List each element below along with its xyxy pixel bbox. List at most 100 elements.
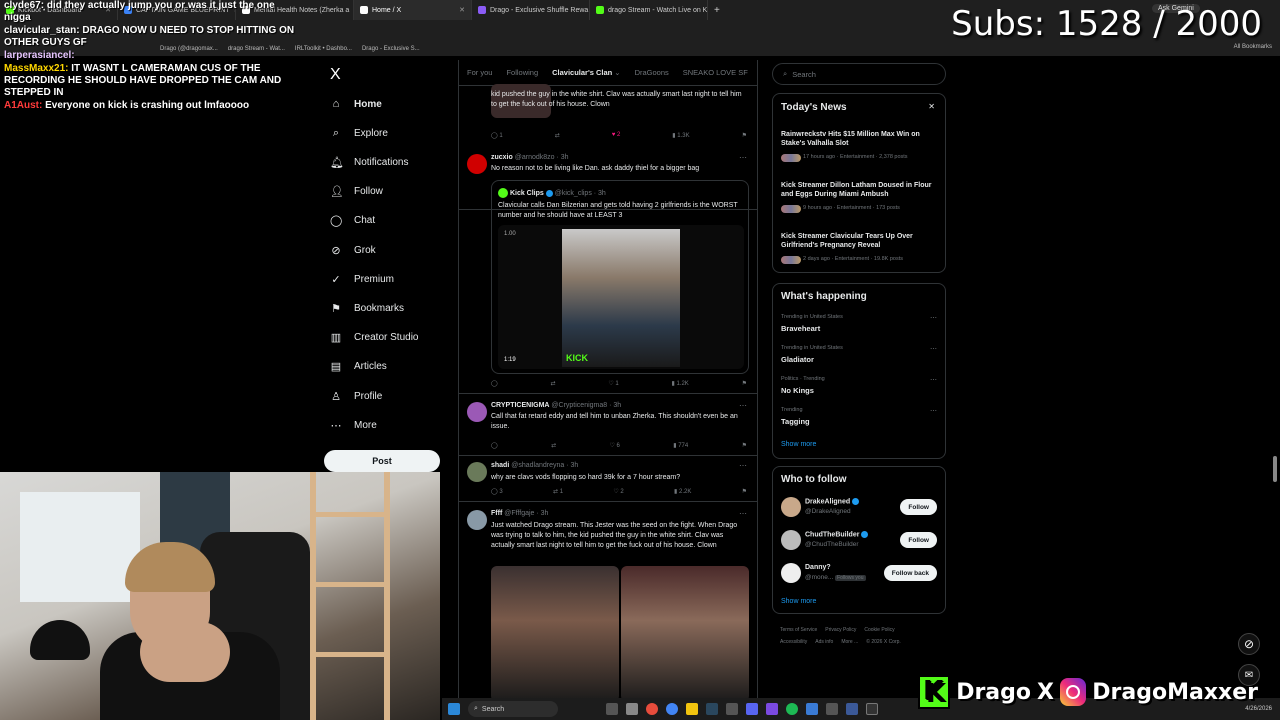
- x-logo[interactable]: X: [330, 66, 341, 84]
- timeline-tab[interactable]: Following: [506, 68, 538, 77]
- timeline-tab[interactable]: Clavicular's Clan: [552, 68, 612, 77]
- nav-item-chat[interactable]: ◯ Chat: [330, 211, 375, 231]
- bookmark-icon[interactable]: ⚑: [742, 380, 747, 387]
- task-view-icon[interactable]: [606, 703, 618, 715]
- tweet-author[interactable]: Ffff @Ffffgaje · 3h: [491, 510, 548, 517]
- browser-icon[interactable]: [666, 703, 678, 715]
- more-icon[interactable]: ⋯: [930, 407, 937, 415]
- quoted-tweet[interactable]: Kick Clips @kick_clips · 3h Clavicular c…: [491, 180, 749, 374]
- more-icon[interactable]: ⋯: [739, 153, 747, 162]
- reply-icon[interactable]: ◯: [491, 380, 498, 387]
- new-tab-button[interactable]: +: [708, 5, 726, 16]
- user-name[interactable]: ChudTheBuilder: [805, 531, 869, 538]
- news-item-title[interactable]: Kick Streamer Clavicular Tears Up Over G…: [781, 232, 937, 250]
- nav-item-home[interactable]: ⌂ Home: [330, 94, 382, 114]
- views-icon[interactable]: ▮ 1.3K: [672, 132, 689, 139]
- more-icon[interactable]: ⋯: [930, 376, 937, 384]
- messages-button-icon[interactable]: ✉: [1238, 664, 1260, 686]
- avatar[interactable]: [467, 154, 487, 174]
- retweet-icon[interactable]: ⇄ 1: [553, 488, 563, 495]
- app-icon[interactable]: [846, 703, 858, 715]
- tweet-image-left[interactable]: [491, 566, 619, 700]
- windows-start-icon[interactable]: [448, 703, 460, 715]
- chevron-down-icon[interactable]: ⌄: [614, 68, 620, 77]
- chrome-icon[interactable]: [646, 703, 658, 715]
- trend-name[interactable]: Gladiator: [781, 355, 814, 364]
- discord-icon[interactable]: [746, 703, 758, 715]
- taskbar-search[interactable]: ⌕ Search: [468, 701, 558, 717]
- nav-item-explore[interactable]: ⌕ Explore: [330, 123, 388, 143]
- tweet-image-right[interactable]: [621, 566, 749, 700]
- follow-back-button[interactable]: Follow back: [883, 565, 937, 581]
- nav-item-profile[interactable]: ♙ Profile: [330, 386, 382, 406]
- tweet-3[interactable]: shadi @shadlandreyna · 3h ⋯ why are clav…: [459, 456, 757, 502]
- timeline-tab[interactable]: SNEAKO LOVE SF: [683, 68, 748, 77]
- show-more-link[interactable]: Show more: [781, 441, 816, 448]
- trend-name[interactable]: Braveheart: [781, 324, 820, 333]
- avatar[interactable]: [781, 563, 801, 583]
- timeline-tab[interactable]: For you: [467, 68, 492, 77]
- app-icon[interactable]: [726, 703, 738, 715]
- bookmark-icon[interactable]: ⚑: [742, 442, 747, 449]
- show-more-link[interactable]: Show more: [781, 598, 816, 605]
- spotify-icon[interactable]: [786, 703, 798, 715]
- like-icon[interactable]: ♡ 1: [608, 380, 618, 387]
- browser-tab[interactable]: drago Stream - Watch Live on K✕: [590, 0, 708, 20]
- reply-icon[interactable]: ◯: [491, 442, 498, 449]
- nav-item-bookmarks[interactable]: ⚑ Bookmarks: [330, 298, 404, 318]
- follow-button[interactable]: Follow: [900, 532, 937, 548]
- nav-item-creator-studio[interactable]: ▥ Creator Studio: [330, 328, 419, 348]
- trend-name[interactable]: No Kings: [781, 386, 814, 395]
- footer-link[interactable]: More ...: [841, 639, 858, 645]
- scrollbar[interactable]: [1273, 456, 1277, 482]
- file-explorer-icon[interactable]: [686, 703, 698, 715]
- follow-button[interactable]: Follow: [900, 499, 937, 515]
- close-icon[interactable]: ✕: [928, 102, 935, 111]
- grok-button-icon[interactable]: ⊘: [1238, 633, 1260, 655]
- tweet-1[interactable]: zucxio @arnodk8zo · 3h ⋯ No reason not t…: [459, 148, 757, 394]
- nav-item-articles[interactable]: ▤ Articles: [330, 357, 387, 377]
- reply-icon[interactable]: ◯ 3: [491, 488, 503, 495]
- views-icon[interactable]: ▮ 1.2K: [671, 380, 688, 387]
- browser-tab[interactable]: Home / X ✕: [354, 0, 472, 20]
- avatar[interactable]: [467, 402, 487, 422]
- footer-link[interactable]: Accessibility: [780, 639, 807, 645]
- user-name[interactable]: DrakeAligned: [805, 498, 860, 505]
- like-icon[interactable]: ♡ 2: [613, 488, 623, 495]
- tweet-author[interactable]: shadi @shadlandreyna · 3h: [491, 462, 578, 469]
- app-icon[interactable]: [766, 703, 778, 715]
- timeline-tab[interactable]: DraGoons: [635, 68, 669, 77]
- footer-link[interactable]: Ads info: [815, 639, 833, 645]
- tweet-author[interactable]: zucxio @arnodk8zo · 3h: [491, 154, 569, 161]
- like-icon[interactable]: ♡ 6: [609, 442, 619, 449]
- retweet-icon[interactable]: ⇄: [551, 442, 556, 449]
- reply-icon[interactable]: ◯ 1: [491, 132, 503, 139]
- obs-icon[interactable]: [866, 703, 878, 715]
- video-player[interactable]: 1.00 KICK 1:19: [498, 225, 744, 369]
- more-icon[interactable]: ⋯: [739, 461, 747, 470]
- views-icon[interactable]: ▮ 774: [673, 442, 688, 449]
- tweet-author[interactable]: CRYPTICENIGMA @Crypticenigma8 · 3h: [491, 402, 621, 409]
- nav-item-follow[interactable]: 👤︎ Follow: [330, 182, 383, 202]
- more-icon[interactable]: ⋯: [930, 345, 937, 353]
- app-icon[interactable]: [826, 703, 838, 715]
- avatar[interactable]: [467, 510, 487, 530]
- like-icon[interactable]: ♥ 2: [612, 132, 621, 139]
- tweet-2[interactable]: CRYPTICENIGMA @Crypticenigma8 · 3h ⋯ Cal…: [459, 394, 757, 456]
- browser-tab[interactable]: Drago - Exclusive Shuffle Rewa✕: [472, 0, 590, 20]
- nav-item-premium[interactable]: ✓ Premium: [330, 269, 394, 289]
- avatar[interactable]: [467, 462, 487, 482]
- more-icon[interactable]: ⋯: [739, 509, 747, 518]
- search-input[interactable]: ⌕ Search: [772, 63, 946, 85]
- news-item-title[interactable]: Kick Streamer Dillon Latham Doused in Fl…: [781, 181, 937, 199]
- app-icon[interactable]: [626, 703, 638, 715]
- more-icon[interactable]: ⋯: [739, 401, 747, 410]
- news-item-title[interactable]: Rainwreckstv Hits $15 Million Max Win on…: [781, 130, 937, 148]
- nav-item-grok[interactable]: ⊘ Grok: [330, 240, 375, 260]
- trend-name[interactable]: Tagging: [781, 417, 810, 426]
- views-icon[interactable]: ▮ 2.2K: [674, 488, 691, 495]
- retweet-icon[interactable]: ⇄: [551, 380, 556, 387]
- steam-icon[interactable]: [706, 703, 718, 715]
- all-bookmarks-button[interactable]: All Bookmarks: [1234, 44, 1272, 50]
- footer-link[interactable]: Terms of Service: [780, 627, 817, 633]
